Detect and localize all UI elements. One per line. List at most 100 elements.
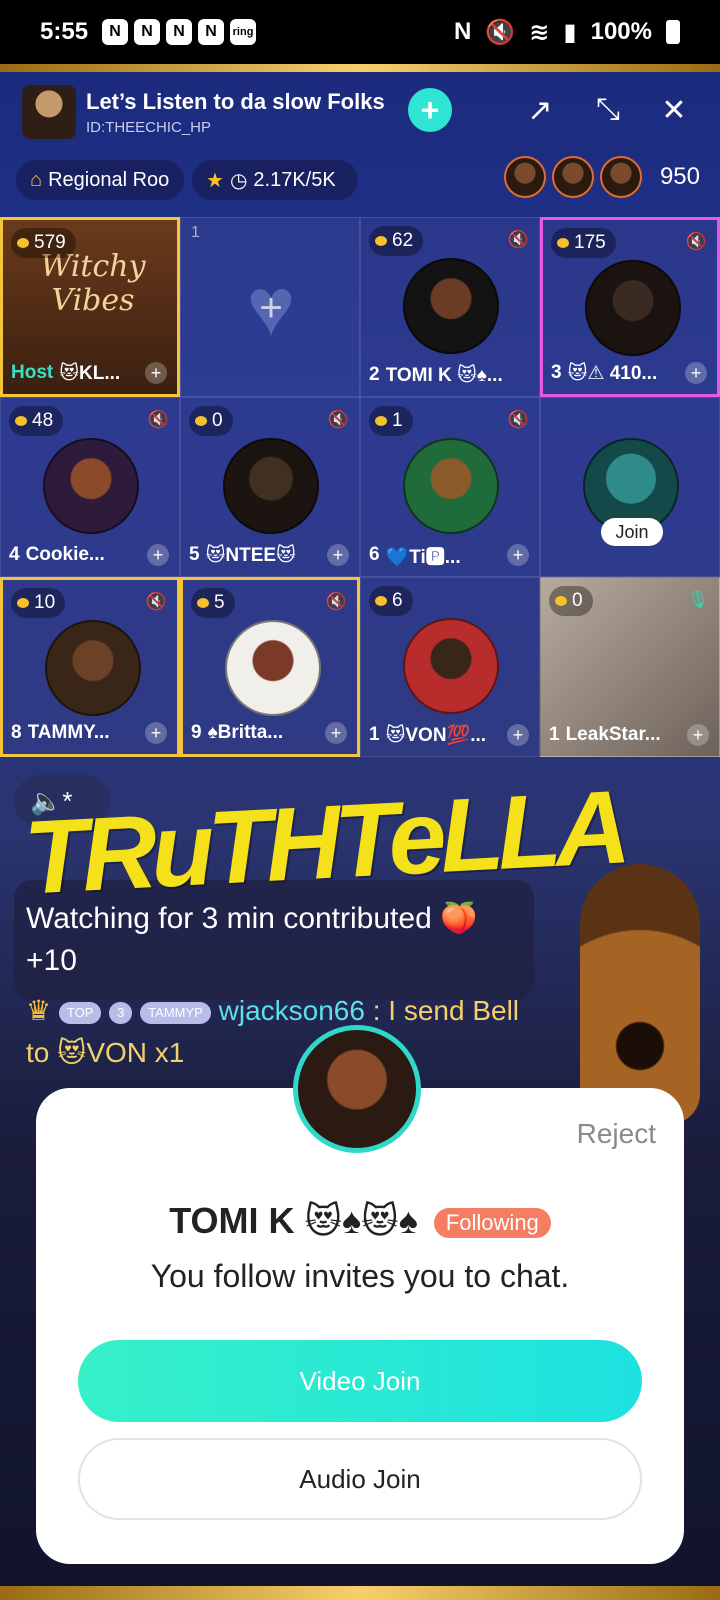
seat-10[interactable]: 6 1 😻VON💯... + <box>360 577 540 757</box>
mic-muted-icon: 🔇 <box>145 592 167 611</box>
coin-count: 579 <box>11 228 76 258</box>
clock-icon: ◷ <box>229 169 248 192</box>
mic-muted-icon: 🔇 <box>147 410 169 429</box>
chat-gift-message: ♛ TOP 3 TAMMYP wjackson66 : I send Bell … <box>14 990 534 1074</box>
seat-grid: Witchy Vibes 579 Host 😻KL... + 1 ♥ + 62 🔇 … <box>0 217 720 757</box>
avatar[interactable] <box>223 438 319 534</box>
mute-icon: 🔇 <box>485 18 516 46</box>
seat-4[interactable]: 48 🔇 4 Cookie... + <box>0 397 180 577</box>
seat-host[interactable]: Witchy Vibes 579 Host 😻KL... + <box>0 217 180 397</box>
viewer-count[interactable]: 950 <box>660 163 700 191</box>
handwritten-overlay: TRuTHTeLLA <box>21 769 628 917</box>
coin-count: 0 <box>189 406 233 436</box>
coin-icon <box>197 598 209 608</box>
heart-seat-icon[interactable]: ♥ + <box>229 262 313 353</box>
avatar[interactable] <box>45 620 141 716</box>
star-icon: ★ <box>206 169 224 192</box>
coin-icon <box>557 238 569 248</box>
home-icon: ⌂ <box>30 168 43 191</box>
coin-count: 62 <box>369 226 424 256</box>
notification-icon: N <box>134 19 161 45</box>
ring-icon: ring <box>230 19 257 45</box>
seat-11[interactable]: 0 🎙 1 LeakStar... + <box>540 577 720 757</box>
add-icon[interactable]: + <box>507 724 529 746</box>
avatar[interactable] <box>403 438 499 534</box>
add-icon[interactable]: + <box>145 362 167 384</box>
reject-button[interactable]: Reject <box>577 1118 656 1150</box>
guitar-decoration <box>580 864 700 1124</box>
stats-chip[interactable]: ★ ◷ 2.17K/5K <box>192 160 358 200</box>
add-icon[interactable]: + <box>687 724 709 746</box>
seat-empty[interactable]: 1 ♥ + <box>180 217 360 397</box>
seat-8[interactable]: 10 🔇 8 TAMMY... + <box>0 577 180 757</box>
avatar[interactable] <box>225 620 321 716</box>
nfc-icon: N <box>454 18 472 45</box>
avatar[interactable] <box>503 156 546 198</box>
coin-icon <box>375 236 387 246</box>
avatar[interactable] <box>43 438 139 534</box>
mic-active-icon: 🎙 <box>687 590 709 609</box>
minimize-icon[interactable]: ⤡ <box>590 92 626 128</box>
add-icon[interactable]: + <box>145 722 167 744</box>
room-id: ID:THEECHIC_HP <box>86 118 212 136</box>
avatar[interactable] <box>403 618 499 714</box>
chat-username[interactable]: wjackson66 <box>219 995 365 1026</box>
seat-6[interactable]: 1 🔇 6 💙Ti🅿... + <box>360 397 540 577</box>
coin-count: 1 <box>369 406 413 436</box>
mic-muted-icon: 🔇 <box>685 232 707 251</box>
inviter-name: TOMI K 😻♠😻♠ Following <box>36 1200 684 1242</box>
avatar[interactable] <box>599 156 642 198</box>
coin-icon <box>17 238 29 248</box>
seat-9[interactable]: 5 🔇 9 ♠Britta... + <box>180 577 360 757</box>
top-frame <box>0 64 720 72</box>
add-icon[interactable]: + <box>147 544 169 566</box>
battery-level: 100% <box>590 18 652 45</box>
seat-5[interactable]: 0 🔇 5 😻NTEE😻 + <box>180 397 360 577</box>
join-button[interactable]: Join <box>601 518 663 546</box>
room-banner-text: Witchy Vibes <box>40 249 146 318</box>
seat-join[interactable]: Join <box>540 397 720 577</box>
viewer-list[interactable]: 950 <box>498 156 700 198</box>
coin-count: 175 <box>551 228 616 258</box>
follow-room-button[interactable]: + <box>408 88 452 132</box>
room-header[interactable]: Let’s Listen to da slow Folks ID:THEECHI… <box>22 82 385 142</box>
coin-icon <box>375 596 387 606</box>
add-icon[interactable]: + <box>685 362 707 384</box>
coin-count: 48 <box>9 406 64 436</box>
video-join-button[interactable]: Video Join <box>78 1340 642 1422</box>
seat-3[interactable]: 175 🔇 3 😻⚠ 410... + <box>540 217 720 397</box>
add-icon[interactable]: + <box>507 544 529 566</box>
notification-icon: N <box>166 19 193 45</box>
close-icon[interactable]: ✕ <box>656 92 692 128</box>
add-icon[interactable]: + <box>327 544 349 566</box>
mic-muted-icon: 🔇 <box>507 410 529 429</box>
fan-badge: TAMMYP <box>140 1001 211 1024</box>
inviter-avatar[interactable] <box>293 1025 421 1153</box>
wifi-icon: ≋ <box>529 18 550 46</box>
avatar[interactable] <box>403 258 499 354</box>
share-icon[interactable]: ↗ <box>522 92 558 128</box>
room-title: Let’s Listen to da slow Folks <box>86 88 385 114</box>
coin-icon <box>555 596 567 606</box>
notification-icon: N <box>198 19 225 45</box>
coin-icon <box>17 598 29 608</box>
following-badge: Following <box>433 1208 551 1239</box>
avatar[interactable] <box>585 260 681 356</box>
notification-icon: N <box>102 19 129 45</box>
seat-nameplate: 2 TOMI K 😻♠... <box>369 364 503 386</box>
top-badge: TOP <box>58 1001 102 1024</box>
coin-icon <box>375 416 387 426</box>
fan-badge-level: 3 <box>109 1001 133 1024</box>
region-chip[interactable]: ⌂ Regional Roo <box>16 160 184 200</box>
bottom-frame <box>0 1586 720 1600</box>
coin-icon <box>195 416 207 426</box>
mic-muted-icon: 🔇 <box>507 230 529 249</box>
crown-icon: ♛ <box>26 995 52 1026</box>
audio-join-button[interactable]: Audio Join <box>78 1438 642 1520</box>
seat-2[interactable]: 62 🔇 2 TOMI K 😻♠... <box>360 217 540 397</box>
status-bar: 5:55 N N N N ring N 🔇 ≋ ▮ 100% <box>0 0 720 64</box>
add-icon[interactable]: + <box>325 722 347 744</box>
battery-icon <box>666 20 680 44</box>
avatar[interactable] <box>551 156 594 198</box>
room-thumbnail[interactable] <box>22 85 76 139</box>
